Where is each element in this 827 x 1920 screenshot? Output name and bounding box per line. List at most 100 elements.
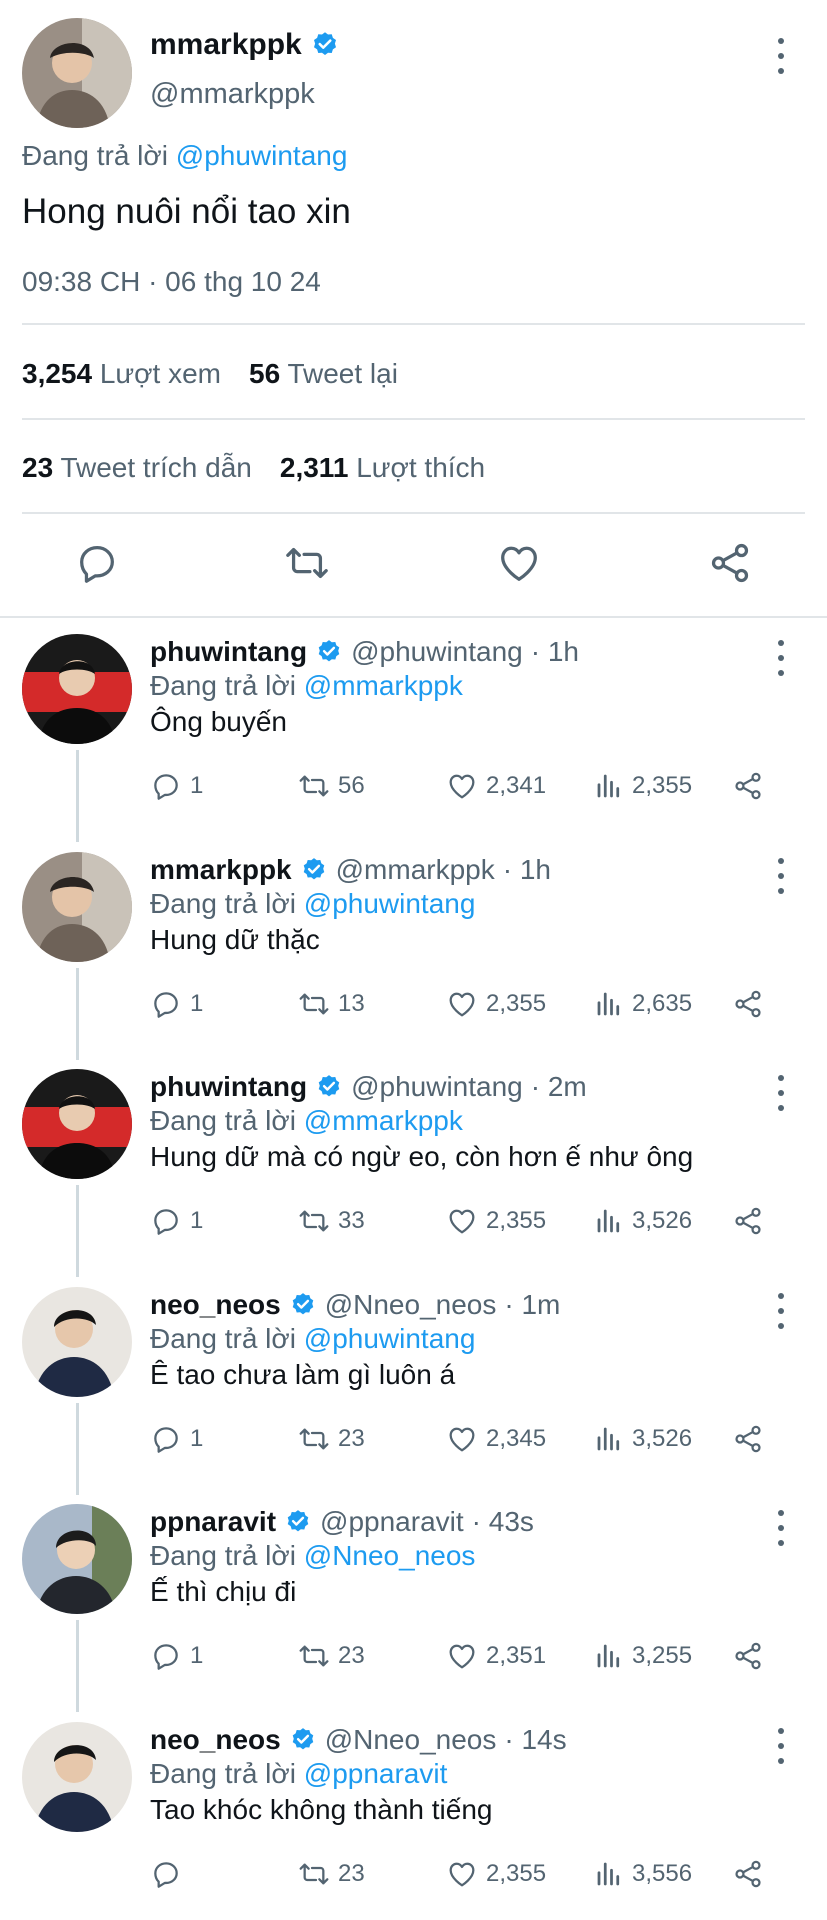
more-options-icon[interactable]	[771, 640, 791, 676]
avatar[interactable]	[22, 1069, 132, 1179]
reply-tweet[interactable]: mmarkppk @mmarkppk · 1h Đang trả lời @phuwi…	[0, 838, 827, 1060]
author-name[interactable]: mmarkppk	[150, 854, 292, 886]
author-handle[interactable]: @phuwintang	[351, 636, 523, 668]
share-icon	[732, 1858, 764, 1890]
avatar[interactable]	[22, 18, 132, 128]
retweet-button[interactable]: 33	[298, 1203, 365, 1239]
views-button[interactable]: 3,526	[594, 1421, 692, 1457]
views-button[interactable]: 2,355	[594, 768, 692, 804]
reply-count-button[interactable]	[150, 1856, 190, 1892]
share-button[interactable]	[732, 986, 764, 1022]
replying-to-link[interactable]: @mmarkppk	[304, 1105, 463, 1136]
more-options-icon[interactable]	[771, 1728, 791, 1764]
tweet-timestamp[interactable]: 09:38 CH · 06 thg 10 24	[22, 266, 321, 298]
avatar[interactable]	[22, 852, 132, 962]
thread-line	[76, 1185, 79, 1277]
author-handle[interactable]: @mmarkppk	[150, 78, 315, 111]
replying-to-link[interactable]: @ppnaravit	[304, 1758, 448, 1789]
reply-time[interactable]: · 2m	[531, 1071, 587, 1103]
reply-count-button[interactable]: 1	[150, 1638, 203, 1674]
replying-to-label: Đang trả lời	[150, 1323, 296, 1354]
retweet-button[interactable]: 23	[298, 1421, 365, 1457]
retweet-button[interactable]: 13	[298, 986, 365, 1022]
reply-count-button[interactable]: 1	[150, 986, 203, 1022]
reply-tweet[interactable]: phuwintang @phuwintang · 1h Đang trả lời @m…	[0, 620, 827, 842]
replying-to-link[interactable]: @phuwintang	[304, 1323, 476, 1354]
reply-count-button[interactable]: 1	[150, 1203, 203, 1239]
retweet-button[interactable]: 56	[298, 768, 365, 804]
avatar[interactable]	[22, 1722, 132, 1832]
retweet-icon	[298, 1205, 330, 1237]
like-button[interactable]: 2,351	[446, 1638, 546, 1674]
replying-to-label: Đang trả lời	[150, 1540, 296, 1571]
retweet-button[interactable]: 23	[298, 1638, 365, 1674]
retweets-stat[interactable]: 56 Tweet lại	[249, 358, 398, 390]
more-options-icon[interactable]	[771, 1075, 791, 1111]
avatar[interactable]	[22, 1287, 132, 1397]
author-name[interactable]: phuwintang	[150, 636, 307, 668]
replying-to-label: Đang trả lời	[150, 888, 296, 919]
more-options-icon[interactable]	[771, 1293, 791, 1329]
views-count: 3,526	[632, 1425, 693, 1452]
retweet-button[interactable]: 23	[298, 1856, 365, 1892]
reply-count-button[interactable]: 1	[150, 768, 203, 804]
replying-to-link[interactable]: @Nneo_neos	[304, 1540, 476, 1571]
views-button[interactable]: 3,255	[594, 1638, 692, 1674]
author-name[interactable]: ppnaravit	[150, 1506, 276, 1538]
reply-count-button[interactable]: 1	[150, 1421, 203, 1457]
author-handle[interactable]: @Nneo_neos	[325, 1289, 497, 1321]
share-button[interactable]	[732, 768, 764, 804]
reply-tweet[interactable]: neo_neos @Nneo_neos · 1m Đang trả lời @phuw…	[0, 1273, 827, 1495]
reply-actions: 1 33 2,355 3,526	[150, 1203, 800, 1243]
share-button[interactable]	[732, 1421, 764, 1457]
share-button[interactable]	[732, 1638, 764, 1674]
share-button[interactable]	[732, 1856, 764, 1892]
like-icon[interactable]	[496, 540, 542, 586]
more-options-icon[interactable]	[771, 38, 791, 74]
more-options-icon[interactable]	[771, 1510, 791, 1546]
reply-time[interactable]: · 14s	[504, 1724, 566, 1756]
author-handle[interactable]: @Nneo_neos	[325, 1724, 497, 1756]
views-button[interactable]: 3,526	[594, 1203, 692, 1239]
reply-tweet[interactable]: neo_neos @Nneo_neos · 14s Đang trả lời @ppn…	[0, 1708, 827, 1920]
reply-time[interactable]: · 43s	[472, 1506, 534, 1538]
likes-stat[interactable]: 2,311 Lượt thích	[280, 452, 485, 484]
like-button[interactable]: 2,355	[446, 986, 546, 1022]
author-handle[interactable]: @ppnaravit	[320, 1506, 464, 1538]
replying-to-link[interactable]: @mmarkppk	[304, 670, 463, 701]
reply-time[interactable]: · 1h	[503, 854, 551, 886]
quotes-stat[interactable]: 23 Tweet trích dẫn	[22, 452, 252, 484]
replying-to-link[interactable]: @phuwintang	[176, 140, 348, 171]
author-handle[interactable]: @phuwintang	[351, 1071, 523, 1103]
like-button[interactable]: 2,341	[446, 768, 546, 804]
reply-header: mmarkppk @mmarkppk · 1h	[150, 854, 551, 886]
retweet-icon[interactable]	[284, 540, 330, 586]
views-button[interactable]: 2,635	[594, 986, 692, 1022]
author-name[interactable]: mmarkppk	[150, 28, 302, 62]
like-button[interactable]: 2,345	[446, 1421, 546, 1457]
author-name[interactable]: neo_neos	[150, 1724, 281, 1756]
reply-tweet[interactable]: phuwintang @phuwintang · 2m Đang trả lời @m…	[0, 1055, 827, 1277]
reply-time[interactable]: · 1m	[504, 1289, 560, 1321]
reply-header: phuwintang @phuwintang · 1h	[150, 636, 579, 668]
reply-tweet[interactable]: ppnaravit @ppnaravit · 43s Đang trả lời @Nn…	[0, 1490, 827, 1712]
reply-icon	[150, 1858, 182, 1890]
more-options-icon[interactable]	[771, 858, 791, 894]
author-handle[interactable]: @mmarkppk	[336, 854, 495, 886]
reply-time[interactable]: · 1h	[531, 636, 579, 668]
views-stat[interactable]: 3,254 Lượt xem	[22, 358, 221, 390]
reply-icon[interactable]	[74, 540, 120, 586]
like-button[interactable]: 2,355	[446, 1856, 546, 1892]
views-button[interactable]: 3,556	[594, 1856, 692, 1892]
avatar[interactable]	[22, 634, 132, 744]
avatar[interactable]	[22, 1504, 132, 1614]
author-name[interactable]: neo_neos	[150, 1289, 281, 1321]
thread-line	[76, 1620, 79, 1712]
reply-text: Ông buyến	[150, 706, 287, 737]
share-icon[interactable]	[707, 540, 753, 586]
replying-to-link[interactable]: @phuwintang	[304, 888, 476, 919]
like-button[interactable]: 2,355	[446, 1203, 546, 1239]
share-button[interactable]	[732, 1203, 764, 1239]
author-name[interactable]: phuwintang	[150, 1071, 307, 1103]
reply-icon	[150, 1205, 182, 1237]
